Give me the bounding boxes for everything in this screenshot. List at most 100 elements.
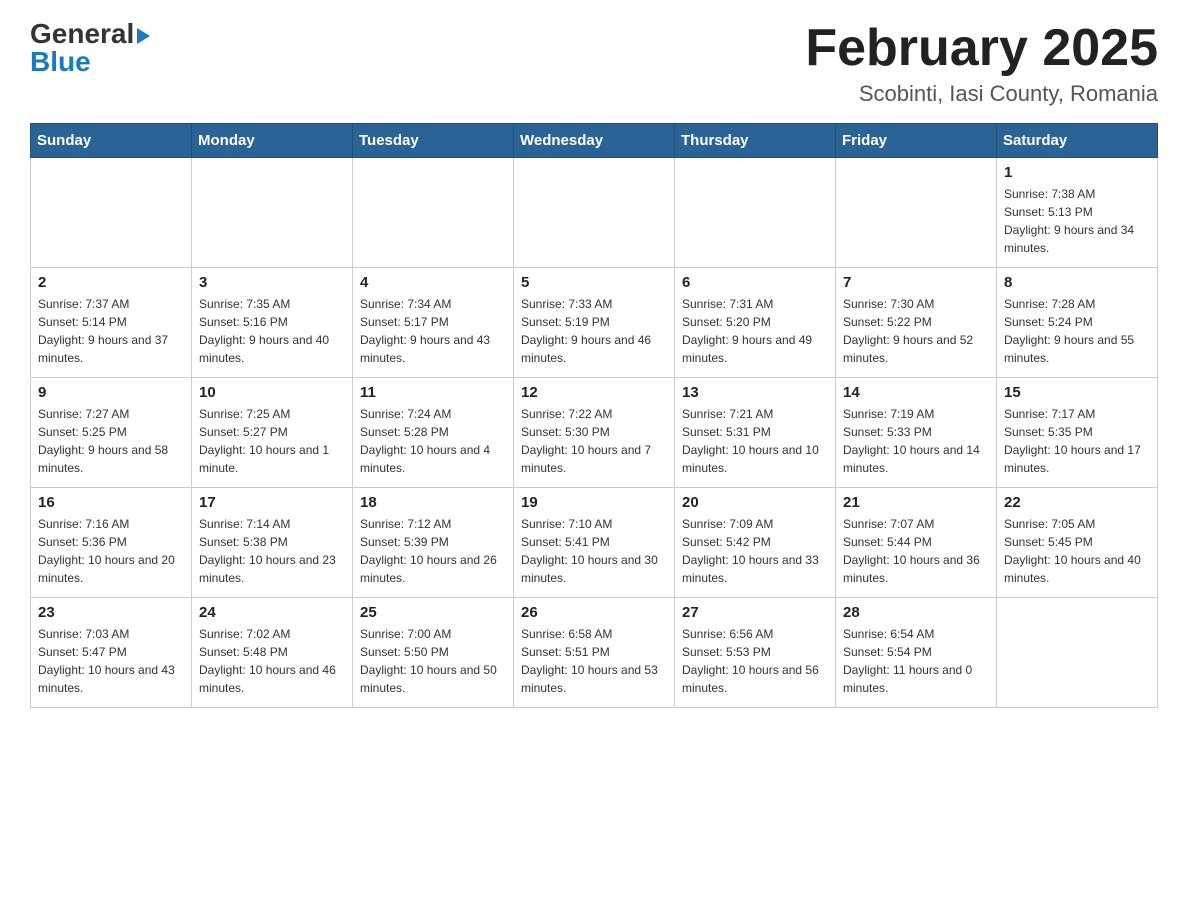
calendar-table: Sunday Monday Tuesday Wednesday Thursday… — [30, 123, 1158, 708]
calendar-day — [31, 158, 192, 268]
day-info: Sunrise: 7:14 AMSunset: 5:38 PMDaylight:… — [199, 515, 345, 587]
calendar-day: 1 Sunrise: 7:38 AMSunset: 5:13 PMDaylight… — [997, 158, 1158, 268]
calendar-day: 23 Sunrise: 7:03 AMSunset: 5:47 PMDayligh… — [31, 598, 192, 708]
calendar-day: 3 Sunrise: 7:35 AMSunset: 5:16 PMDaylight… — [192, 268, 353, 378]
calendar-day: 19 Sunrise: 7:10 AMSunset: 5:41 PMDayligh… — [514, 488, 675, 598]
day-number: 17 — [199, 494, 345, 511]
page-header: General Blue February 2025 Scobinti, Ias… — [30, 20, 1158, 107]
calendar-day: 22 Sunrise: 7:05 AMSunset: 5:45 PMDayligh… — [997, 488, 1158, 598]
calendar-day: 10Sunrise: 7:25 AMSunset: 5:27 PMDayligh… — [192, 378, 353, 488]
calendar-day — [675, 158, 836, 268]
calendar-day — [514, 158, 675, 268]
day-info: Sunrise: 7:27 AMSunset: 5:25 PMDaylight:… — [38, 405, 184, 477]
calendar-day: 17 Sunrise: 7:14 AMSunset: 5:38 PMDayligh… — [192, 488, 353, 598]
calendar-day: 26 Sunrise: 6:58 AMSunset: 5:51 PMDayligh… — [514, 598, 675, 708]
day-info: Sunrise: 7:21 AMSunset: 5:31 PMDaylight:… — [682, 405, 828, 477]
day-info: Sunrise: 7:31 AMSunset: 5:20 PMDaylight:… — [682, 295, 828, 367]
calendar-day: 4 Sunrise: 7:34 AMSunset: 5:17 PMDaylight… — [353, 268, 514, 378]
day-info: Sunrise: 7:28 AMSunset: 5:24 PMDaylight:… — [1004, 295, 1150, 367]
day-info: Sunrise: 7:17 AMSunset: 5:35 PMDaylight:… — [1004, 405, 1150, 477]
calendar-day: 7Sunrise: 7:30 AMSunset: 5:22 PMDaylight… — [836, 268, 997, 378]
day-info: Sunrise: 7:07 AMSunset: 5:44 PMDaylight:… — [843, 515, 989, 587]
logo-blue-text: Blue — [30, 48, 91, 76]
day-number: 7 — [843, 274, 989, 291]
calendar-day: 15 Sunrise: 7:17 AMSunset: 5:35 PMDayligh… — [997, 378, 1158, 488]
day-number: 12 — [521, 384, 667, 401]
day-number: 26 — [521, 604, 667, 621]
day-info: Sunrise: 7:16 AMSunset: 5:36 PMDaylight:… — [38, 515, 184, 587]
day-info: Sunrise: 7:10 AMSunset: 5:41 PMDaylight:… — [521, 515, 667, 587]
day-number: 3 — [199, 274, 345, 291]
title-block: February 2025 Scobinti, Iasi County, Rom… — [805, 20, 1158, 107]
day-info: Sunrise: 7:37 AMSunset: 5:14 PMDaylight:… — [38, 295, 184, 367]
col-tuesday: Tuesday — [353, 124, 514, 158]
day-info: Sunrise: 7:38 AMSunset: 5:13 PMDaylight:… — [1004, 185, 1150, 257]
day-number: 11 — [360, 384, 506, 401]
day-info: Sunrise: 6:58 AMSunset: 5:51 PMDaylight:… — [521, 625, 667, 697]
day-number: 13 — [682, 384, 828, 401]
day-number: 24 — [199, 604, 345, 621]
col-friday: Friday — [836, 124, 997, 158]
calendar-week-5: 23 Sunrise: 7:03 AMSunset: 5:47 PMDayligh… — [31, 598, 1158, 708]
logo: General Blue — [30, 20, 150, 76]
calendar-week-2: 2 Sunrise: 7:37 AMSunset: 5:14 PMDaylight… — [31, 268, 1158, 378]
calendar-day: 28Sunrise: 6:54 AMSunset: 5:54 PMDayligh… — [836, 598, 997, 708]
calendar-week-3: 9 Sunrise: 7:27 AMSunset: 5:25 PMDaylight… — [31, 378, 1158, 488]
day-info: Sunrise: 7:09 AMSunset: 5:42 PMDaylight:… — [682, 515, 828, 587]
calendar-day: 18Sunrise: 7:12 AMSunset: 5:39 PMDayligh… — [353, 488, 514, 598]
col-saturday: Saturday — [997, 124, 1158, 158]
day-info: Sunrise: 7:22 AMSunset: 5:30 PMDaylight:… — [521, 405, 667, 477]
calendar-day — [997, 598, 1158, 708]
day-number: 1 — [1004, 164, 1150, 181]
calendar-location: Scobinti, Iasi County, Romania — [805, 81, 1158, 107]
calendar-day — [353, 158, 514, 268]
col-wednesday: Wednesday — [514, 124, 675, 158]
calendar-week-4: 16 Sunrise: 7:16 AMSunset: 5:36 PMDayligh… — [31, 488, 1158, 598]
day-info: Sunrise: 7:19 AMSunset: 5:33 PMDaylight:… — [843, 405, 989, 477]
day-number: 5 — [521, 274, 667, 291]
calendar-day: 6 Sunrise: 7:31 AMSunset: 5:20 PMDaylight… — [675, 268, 836, 378]
day-number: 22 — [1004, 494, 1150, 511]
calendar-day: 14 Sunrise: 7:19 AMSunset: 5:33 PMDayligh… — [836, 378, 997, 488]
day-number: 9 — [38, 384, 184, 401]
day-number: 14 — [843, 384, 989, 401]
calendar-day: 21 Sunrise: 7:07 AMSunset: 5:44 PMDayligh… — [836, 488, 997, 598]
logo-general-text: General — [30, 20, 150, 48]
day-number: 16 — [38, 494, 184, 511]
day-number: 27 — [682, 604, 828, 621]
day-info: Sunrise: 7:05 AMSunset: 5:45 PMDaylight:… — [1004, 515, 1150, 587]
calendar-day: 13 Sunrise: 7:21 AMSunset: 5:31 PMDayligh… — [675, 378, 836, 488]
day-number: 2 — [38, 274, 184, 291]
col-monday: Monday — [192, 124, 353, 158]
day-info: Sunrise: 7:34 AMSunset: 5:17 PMDaylight:… — [360, 295, 506, 367]
day-info: Sunrise: 7:33 AMSunset: 5:19 PMDaylight:… — [521, 295, 667, 367]
day-number: 23 — [38, 604, 184, 621]
day-number: 6 — [682, 274, 828, 291]
col-sunday: Sunday — [31, 124, 192, 158]
calendar-week-1: 1 Sunrise: 7:38 AMSunset: 5:13 PMDaylight… — [31, 158, 1158, 268]
calendar-day — [192, 158, 353, 268]
calendar-day: 27 Sunrise: 6:56 AMSunset: 5:53 PMDayligh… — [675, 598, 836, 708]
calendar-day: 25 Sunrise: 7:00 AMSunset: 5:50 PMDayligh… — [353, 598, 514, 708]
calendar-day — [836, 158, 997, 268]
calendar-day: 11Sunrise: 7:24 AMSunset: 5:28 PMDayligh… — [353, 378, 514, 488]
calendar-day: 12 Sunrise: 7:22 AMSunset: 5:30 PMDayligh… — [514, 378, 675, 488]
calendar-day: 20Sunrise: 7:09 AMSunset: 5:42 PMDayligh… — [675, 488, 836, 598]
calendar-day: 16 Sunrise: 7:16 AMSunset: 5:36 PMDayligh… — [31, 488, 192, 598]
day-info: Sunrise: 6:56 AMSunset: 5:53 PMDaylight:… — [682, 625, 828, 697]
day-number: 19 — [521, 494, 667, 511]
day-number: 21 — [843, 494, 989, 511]
calendar-title: February 2025 — [805, 20, 1158, 77]
day-info: Sunrise: 7:12 AMSunset: 5:39 PMDaylight:… — [360, 515, 506, 587]
day-number: 15 — [1004, 384, 1150, 401]
calendar-day: 8 Sunrise: 7:28 AMSunset: 5:24 PMDaylight… — [997, 268, 1158, 378]
day-number: 4 — [360, 274, 506, 291]
day-info: Sunrise: 7:35 AMSunset: 5:16 PMDaylight:… — [199, 295, 345, 367]
day-info: Sunrise: 7:25 AMSunset: 5:27 PMDaylight:… — [199, 405, 345, 477]
day-number: 25 — [360, 604, 506, 621]
calendar-day: 5 Sunrise: 7:33 AMSunset: 5:19 PMDaylight… — [514, 268, 675, 378]
day-info: Sunrise: 7:02 AMSunset: 5:48 PMDaylight:… — [199, 625, 345, 697]
day-info: Sunrise: 7:03 AMSunset: 5:47 PMDaylight:… — [38, 625, 184, 697]
day-info: Sunrise: 7:00 AMSunset: 5:50 PMDaylight:… — [360, 625, 506, 697]
day-number: 8 — [1004, 274, 1150, 291]
